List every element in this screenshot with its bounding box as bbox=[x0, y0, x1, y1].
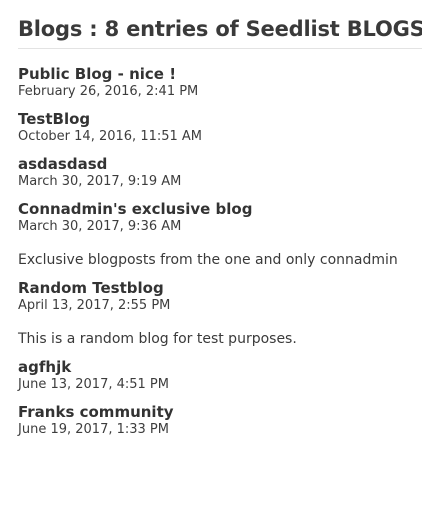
blog-entry-title-link[interactable]: TestBlog bbox=[18, 110, 422, 129]
blog-entry-list: Public Blog - nice ! February 26, 2016, … bbox=[18, 65, 422, 438]
blog-entry: Connadmin's exclusive blog March 30, 201… bbox=[18, 200, 422, 269]
blog-entry-date: April 13, 2017, 2:55 PM bbox=[18, 298, 171, 313]
page-title: Blogs : 8 entries of Seedlist BLOGS bbox=[18, 14, 422, 49]
blog-entry-date: February 26, 2016, 2:41 PM bbox=[18, 84, 199, 99]
blog-entry: TestBlog October 14, 2016, 11:51 AM bbox=[18, 110, 422, 145]
blog-list-page: Blogs : 8 entries of Seedlist BLOGS Publ… bbox=[18, 14, 422, 438]
blog-entry: Franks community June 19, 2017, 1:33 PM bbox=[18, 403, 422, 438]
blog-entry-title-link[interactable]: Public Blog - nice ! bbox=[18, 65, 422, 84]
blog-entry-date: June 13, 2017, 4:51 PM bbox=[18, 377, 169, 392]
blog-entry: asdasdasd March 30, 2017, 9:19 AM bbox=[18, 155, 422, 190]
blog-entry: agfhjk June 13, 2017, 4:51 PM bbox=[18, 358, 422, 393]
blog-entry-title-link[interactable]: agfhjk bbox=[18, 358, 422, 377]
blog-entry-date: June 19, 2017, 1:33 PM bbox=[18, 422, 169, 437]
blog-entry-date: March 30, 2017, 9:19 AM bbox=[18, 174, 182, 189]
blog-entry-description: Exclusive blogposts from the one and onl… bbox=[18, 252, 398, 268]
blog-entry-title-link[interactable]: Connadmin's exclusive blog bbox=[18, 200, 422, 219]
blog-entry-title-link[interactable]: Random Testblog bbox=[18, 279, 422, 298]
blog-entry-title-link[interactable]: Franks community bbox=[18, 403, 422, 422]
blog-entry-title-link[interactable]: asdasdasd bbox=[18, 155, 422, 174]
blog-entry-description: This is a random blog for test purposes. bbox=[18, 331, 297, 347]
blog-entry: Public Blog - nice ! February 26, 2016, … bbox=[18, 65, 422, 100]
blog-entry-date: October 14, 2016, 11:51 AM bbox=[18, 129, 203, 144]
blog-entry: Random Testblog April 13, 2017, 2:55 PM … bbox=[18, 279, 422, 348]
blog-entry-date: March 30, 2017, 9:36 AM bbox=[18, 219, 182, 234]
